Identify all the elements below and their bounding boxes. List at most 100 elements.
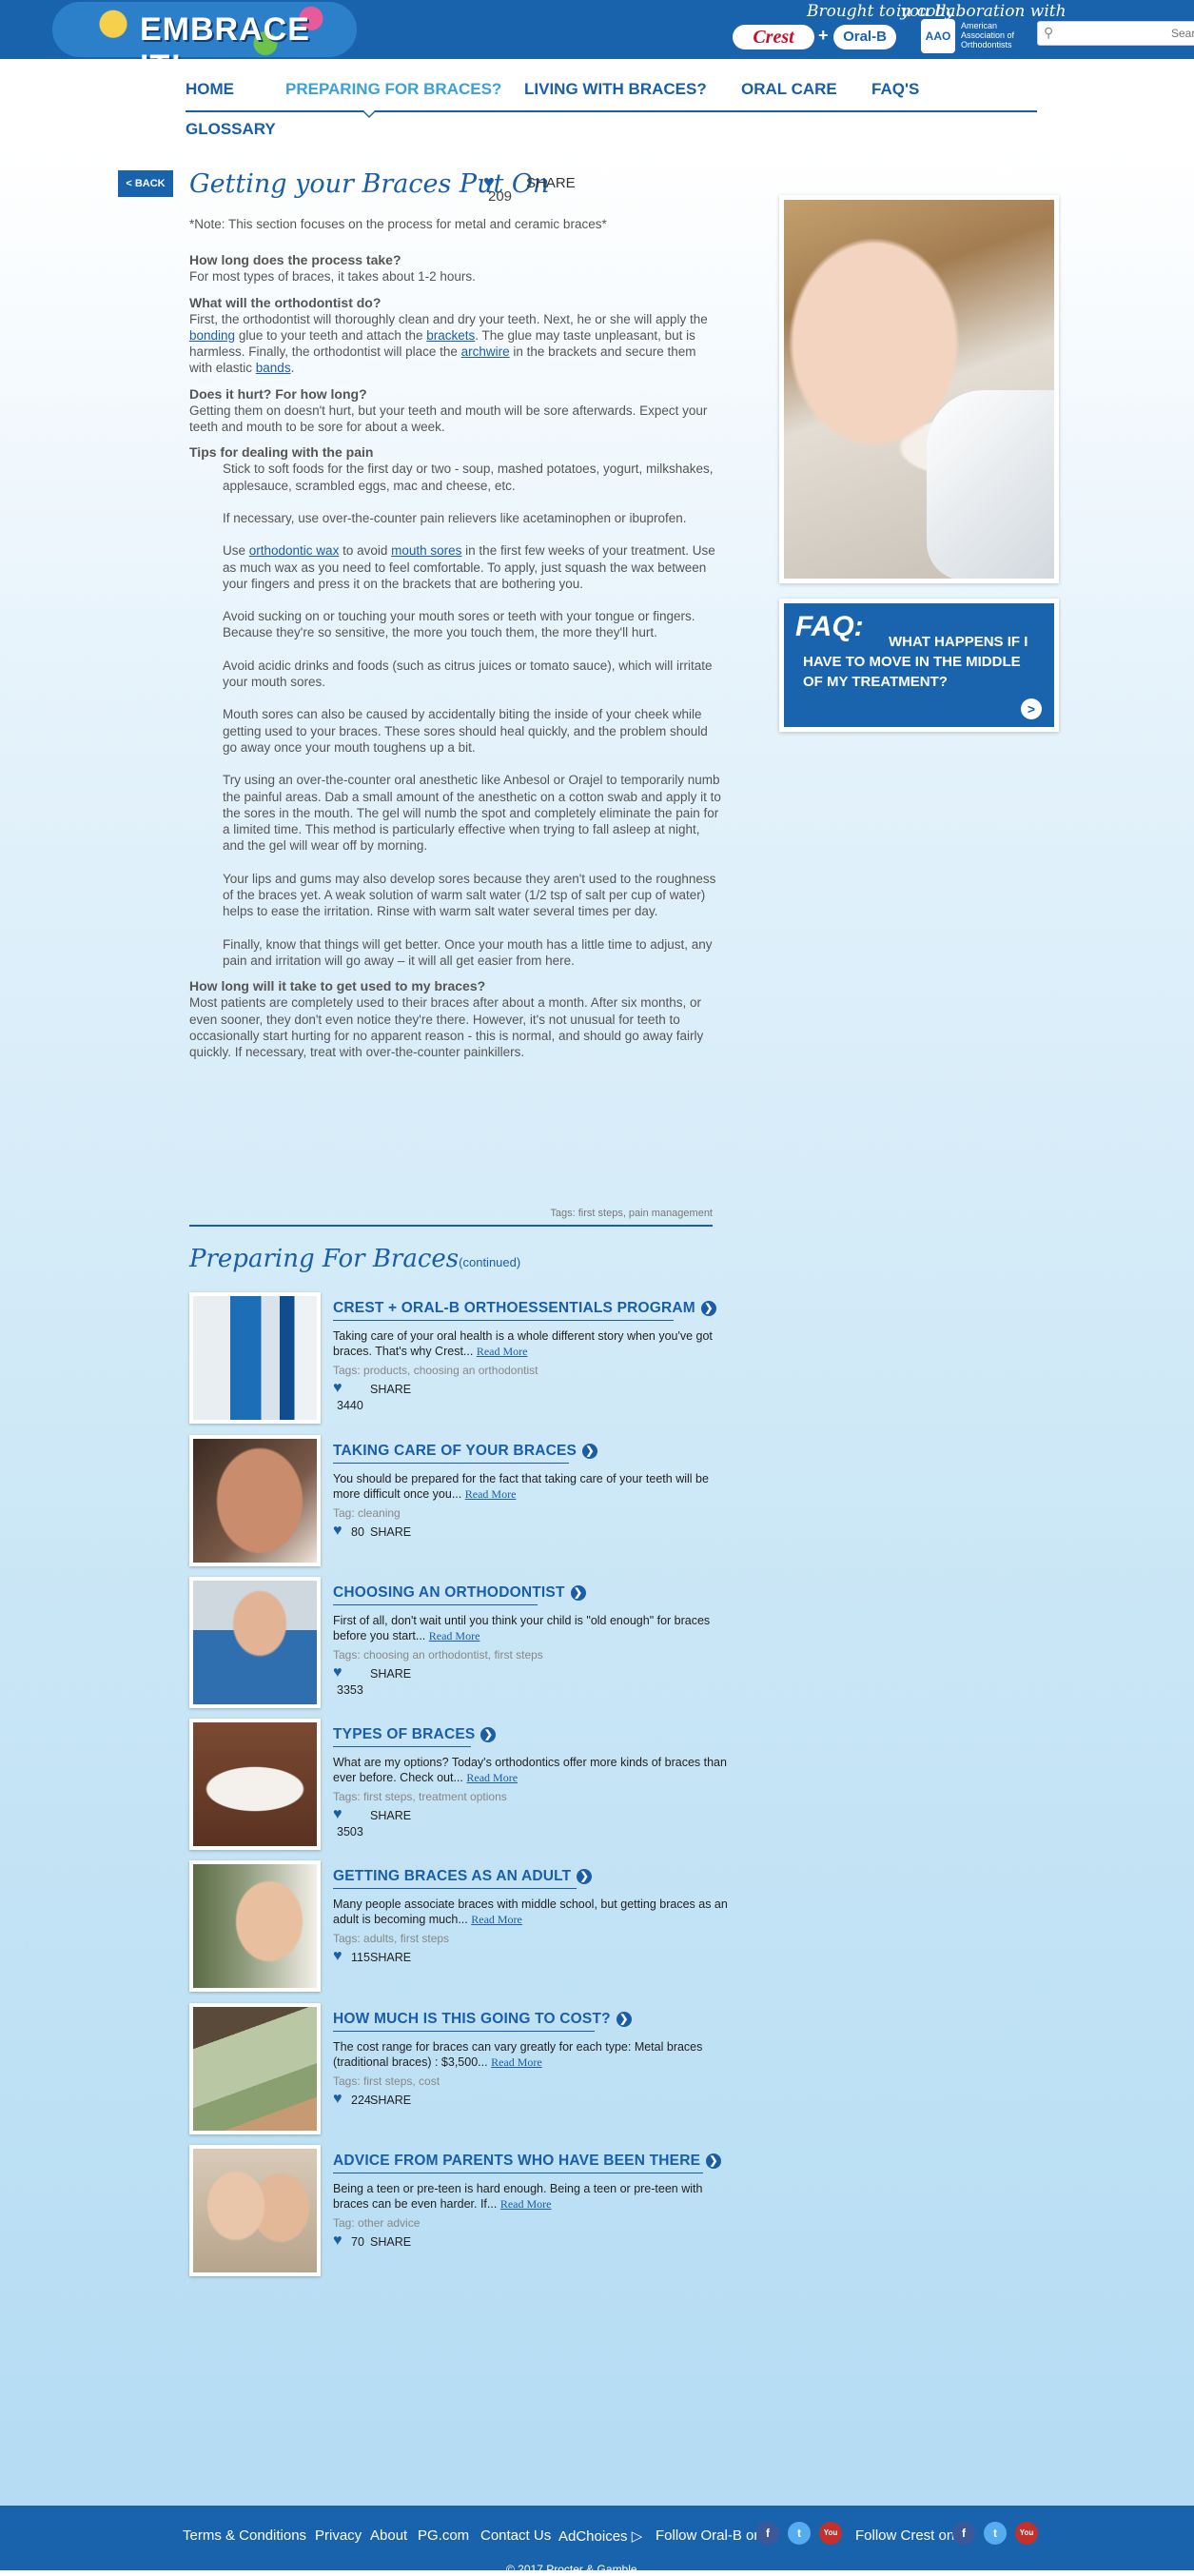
footer-link-privacy[interactable]: Privacy [315, 2527, 362, 2544]
share-button[interactable]: SHARE [370, 1525, 411, 1539]
nav-living-with-braces[interactable]: LIVING WITH BRACES? [524, 80, 707, 99]
arrow-right-icon[interactable]: ❯ [706, 2153, 722, 2169]
related-card[interactable]: HOW MUCH IS THIS GOING TO COST? ❯ The cost… [189, 2003, 741, 2140]
youtube-icon[interactable]: You [1015, 2522, 1038, 2545]
card-title[interactable]: CHOOSING AN ORTHODONTIST ❯ [333, 1584, 586, 1602]
search-input[interactable] [1063, 24, 1194, 43]
read-more-link[interactable]: Read More [465, 1487, 517, 1501]
card-tags[interactable]: Tags: products, choosing an orthodontist [333, 1364, 538, 1377]
card-thumbnail[interactable] [189, 1292, 321, 1424]
search-box[interactable]: ⚲ [1037, 21, 1194, 46]
search-icon[interactable]: ⚲ [1044, 25, 1053, 41]
faq-promo[interactable]: FAQ: WHAT HAPPENS IF I HAVE TO MOVE IN T… [779, 599, 1059, 732]
glossary-link-archwire[interactable]: archwire [461, 344, 510, 359]
facebook-icon[interactable]: f [756, 2522, 779, 2545]
related-card[interactable]: TYPES OF BRACES ❯ What are my options? Tod… [189, 1719, 741, 1856]
share-button[interactable]: SHARE [370, 1809, 411, 1822]
card-title[interactable]: TAKING CARE OF YOUR BRACES ❯ [333, 1443, 598, 1460]
faq-question[interactable]: WHAT HAPPENS IF I HAVE TO MOVE IN THE MI… [803, 632, 1041, 692]
arrow-right-icon[interactable]: ❯ [480, 1727, 497, 1742]
card-tags[interactable]: Tags: first steps, treatment options [333, 1790, 507, 1803]
twitter-icon[interactable]: t [984, 2522, 1007, 2545]
youtube-icon[interactable]: You [819, 2522, 842, 2545]
card-tags[interactable]: Tag: other advice [333, 2216, 420, 2230]
card-title[interactable]: GETTING BRACES AS AN ADULT ❯ [333, 1868, 593, 1885]
like-count: 3440 [337, 1399, 363, 1412]
related-card[interactable]: GETTING BRACES AS AN ADULT ❯ Many people a… [189, 1860, 741, 1997]
nav-glossary[interactable]: GLOSSARY [186, 120, 276, 139]
read-more-link[interactable]: Read More [477, 1345, 528, 1358]
heart-icon[interactable]: ♥ [333, 2091, 343, 2108]
arrow-right-icon[interactable]: ❯ [700, 1301, 716, 1316]
card-tags[interactable]: Tag: cleaning [333, 1506, 401, 1520]
heart-icon[interactable]: ♥ [333, 1380, 343, 1397]
card-excerpt: Many people associate braces with middle… [333, 1898, 728, 1926]
share-button[interactable]: SHARE [370, 2235, 411, 2249]
related-card[interactable]: TAKING CARE OF YOUR BRACES ❯ You should be… [189, 1435, 741, 1572]
arrow-right-icon[interactable]: ❯ [570, 1585, 586, 1601]
twitter-icon[interactable]: t [788, 2522, 811, 2545]
footer-link-contact[interactable]: Contact Us [480, 2527, 551, 2544]
card-title[interactable]: HOW MUCH IS THIS GOING TO COST? ❯ [333, 2011, 632, 2028]
card-thumbnail[interactable] [189, 1860, 321, 1992]
arrow-right-icon[interactable]: ❯ [582, 1444, 598, 1459]
aao-logo[interactable]: AAO [921, 19, 955, 53]
read-more-link[interactable]: Read More [466, 1771, 518, 1784]
heart-icon[interactable]: ♥ [333, 1664, 343, 1681]
related-card[interactable]: ADVICE FROM PARENTS WHO HAVE BEEN THERE ❯… [189, 2145, 741, 2282]
like-count: 80 [351, 1525, 364, 1539]
crest-logo[interactable]: Crest [733, 25, 814, 49]
glossary-link-bands[interactable]: bands [256, 361, 291, 375]
read-more-link[interactable]: Read More [471, 1913, 522, 1926]
related-section-title: Preparing For Braces(continued) [189, 1245, 521, 1273]
read-more-link[interactable]: Read More [429, 1629, 480, 1642]
card-tags[interactable]: Tags: adults, first steps [333, 1932, 449, 1945]
nav-preparing-for-braces[interactable]: PREPARING FOR BRACES? [285, 80, 501, 99]
arrow-right-icon[interactable]: > [1021, 698, 1042, 719]
share-button[interactable]: SHARE [370, 1383, 411, 1396]
back-button[interactable]: < BACK [118, 170, 173, 197]
heart-icon[interactable]: ♥ [333, 1523, 343, 1540]
share-button[interactable]: SHARE [370, 1667, 411, 1681]
footer-link-about[interactable]: About [370, 2527, 407, 2544]
card-thumbnail[interactable] [189, 2145, 321, 2276]
card-thumbnail[interactable] [189, 1435, 321, 1566]
glossary-link-bonding[interactable]: bonding [189, 328, 235, 343]
footer-link-adchoices[interactable]: AdChoices ▷ [558, 2527, 642, 2545]
nav-faqs[interactable]: FAQ'S [871, 80, 919, 99]
heart-icon[interactable]: ♥ [333, 1948, 343, 1965]
glossary-link-brackets[interactable]: brackets [426, 328, 475, 343]
embrace-it-logo[interactable]: EMBRACE IT! [52, 2, 357, 59]
faq-card[interactable]: FAQ: WHAT HAPPENS IF I HAVE TO MOVE IN T… [784, 603, 1054, 727]
card-title[interactable]: ADVICE FROM PARENTS WHO HAVE BEEN THERE ❯ [333, 2153, 722, 2170]
heart-icon[interactable]: ♥ [333, 1806, 343, 1823]
facebook-icon[interactable]: f [952, 2522, 975, 2545]
card-tags[interactable]: Tags: choosing an orthodontist, first st… [333, 1648, 543, 1662]
arrow-right-icon[interactable]: ❯ [577, 1869, 593, 1884]
related-card[interactable]: CHOOSING AN ORTHODONTIST ❯ First of all, d… [189, 1577, 741, 1714]
read-more-link[interactable]: Read More [491, 2055, 542, 2069]
share-button[interactable]: SHARE [526, 175, 576, 191]
share-button[interactable]: SHARE [370, 2094, 411, 2107]
related-card[interactable]: CREST + ORAL-B ORTHOESSENTIALS PROGRAM ❯ T… [189, 1292, 741, 1429]
footer-link-pg[interactable]: PG.com [418, 2527, 469, 2544]
share-button[interactable]: SHARE [370, 1951, 411, 1964]
footer-link-terms[interactable]: Terms & Conditions [183, 2527, 306, 2544]
glossary-link-mouth-sores[interactable]: mouth sores [391, 543, 461, 558]
card-tags[interactable]: Tags: first steps, cost [333, 2075, 440, 2088]
card-title[interactable]: TYPES OF BRACES ❯ [333, 1726, 497, 1743]
card-thumbnail[interactable] [189, 1719, 321, 1850]
card-title[interactable]: CREST + ORAL-B ORTHOESSENTIALS PROGRAM ❯ [333, 1300, 716, 1317]
read-more-link[interactable]: Read More [500, 2197, 552, 2211]
card-thumbnail[interactable] [189, 2003, 321, 2134]
question-heading: How long does the process take? [189, 252, 401, 268]
card-thumbnail[interactable] [189, 1577, 321, 1708]
tip-text: Mouth sores can also be caused by accide… [223, 707, 708, 755]
heart-icon[interactable]: ♥ [333, 2232, 343, 2250]
glossary-link-orthodontic-wax[interactable]: orthodontic wax [249, 543, 340, 558]
oralb-logo[interactable]: Oral-B [833, 25, 896, 49]
article-tags[interactable]: Tags: first steps, pain management [189, 1208, 713, 1219]
nav-home[interactable]: HOME [186, 80, 234, 99]
arrow-right-icon[interactable]: ❯ [616, 2012, 632, 2027]
nav-oral-care[interactable]: ORAL CARE [741, 80, 837, 99]
